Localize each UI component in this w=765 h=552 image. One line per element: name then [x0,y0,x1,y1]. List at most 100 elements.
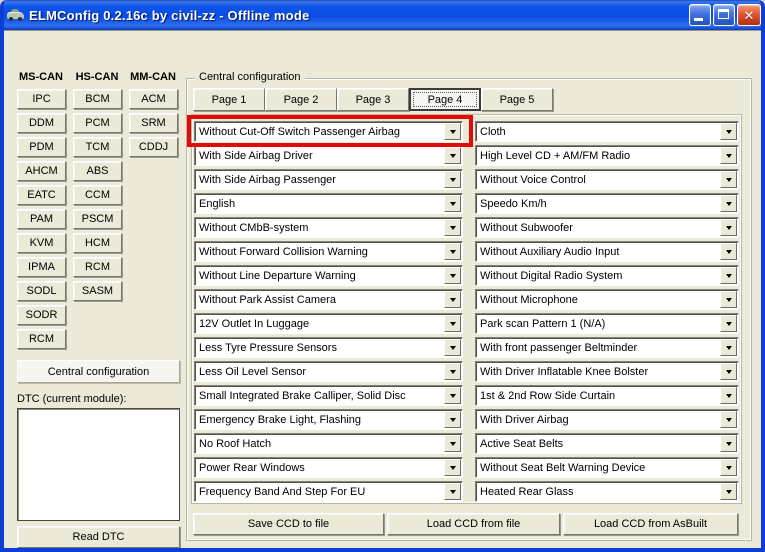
chevron-down-icon[interactable] [720,411,737,428]
module-button-pam[interactable]: PAM [17,209,66,229]
maximize-button[interactable] [713,4,735,26]
chevron-down-icon[interactable] [720,147,737,164]
dropdown-right-2[interactable]: Without Voice Control [475,169,739,190]
module-button-rcm[interactable]: RCM [17,329,66,349]
chevron-down-icon[interactable] [444,315,461,332]
chevron-down-icon[interactable] [720,291,737,308]
chevron-down-icon[interactable] [720,243,737,260]
module-button-cddj[interactable]: CDDJ [129,137,178,157]
dropdown-left-8[interactable]: 12V Outlet In Luggage [194,313,463,334]
chevron-down-icon[interactable] [444,339,461,356]
module-button-rcm[interactable]: RCM [73,257,122,277]
chevron-down-icon[interactable] [720,315,737,332]
module-button-eatc[interactable]: EATC [17,185,66,205]
dropdown-left-10[interactable]: Less Oil Level Sensor [194,361,463,382]
module-button-ipc[interactable]: IPC [17,89,66,109]
chevron-down-icon[interactable] [444,291,461,308]
chevron-down-icon[interactable] [444,267,461,284]
chevron-down-icon[interactable] [444,243,461,260]
chevron-down-icon[interactable] [444,195,461,212]
chevron-down-icon[interactable] [444,219,461,236]
dropdown-left-3[interactable]: English [194,193,463,214]
module-button-sodl[interactable]: SODL [17,281,66,301]
module-button-acm[interactable]: ACM [129,89,178,109]
dropdown-right-14[interactable]: Without Seat Belt Warning Device [475,457,739,478]
titlebar[interactable]: ELMConfig 0.2.16c by civil-zz - Offline … [0,0,765,30]
dropdown-left-11[interactable]: Small Integrated Brake Calliper, Solid D… [194,385,463,406]
dropdown-left-14[interactable]: Power Rear Windows [194,457,463,478]
ccd-button-1[interactable]: Load CCD from file [387,513,560,535]
module-button-tcm[interactable]: TCM [73,137,122,157]
tab-page-4[interactable]: Page 4 [409,88,481,111]
tab-page-1[interactable]: Page 1 [193,88,265,111]
chevron-down-icon[interactable] [720,123,737,140]
tab-page-2[interactable]: Page 2 [265,88,337,111]
dropdown-right-1[interactable]: High Level CD + AM/FM Radio [475,145,739,166]
module-button-pcm[interactable]: PCM [73,113,122,133]
dtc-listbox[interactable] [17,408,180,521]
chevron-down-icon[interactable] [444,411,461,428]
chevron-down-icon[interactable] [720,363,737,380]
dropdown-right-6[interactable]: Without Digital Radio System [475,265,739,286]
chevron-down-icon[interactable] [720,267,737,284]
chevron-down-icon[interactable] [720,387,737,404]
dropdown-right-13[interactable]: Active Seat Belts [475,433,739,454]
chevron-down-icon[interactable] [444,459,461,476]
dropdown-left-4[interactable]: Without CMbB-system [194,217,463,238]
module-button-sasm[interactable]: SASM [73,281,122,301]
chevron-down-icon[interactable] [444,147,461,164]
chevron-down-icon[interactable] [444,387,461,404]
module-button-srm[interactable]: SRM [129,113,178,133]
module-button-abs[interactable]: ABS [73,161,122,181]
dropdown-left-6[interactable]: Without Line Departure Warning [194,265,463,286]
ccd-button-0[interactable]: Save CCD to file [193,513,384,535]
chevron-down-icon[interactable] [720,171,737,188]
read-dtc-button[interactable]: Read DTC [17,526,180,548]
chevron-down-icon[interactable] [444,363,461,380]
minimize-button[interactable] [689,4,711,26]
chevron-down-icon[interactable] [720,435,737,452]
module-button-sodr[interactable]: SODR [17,305,66,325]
chevron-down-icon[interactable] [444,171,461,188]
dropdown-right-15[interactable]: Heated Rear Glass [475,481,739,502]
dropdown-right-9[interactable]: With front passenger Beltminder [475,337,739,358]
module-button-pdm[interactable]: PDM [17,137,66,157]
chevron-down-icon[interactable] [720,219,737,236]
chevron-down-icon[interactable] [720,483,737,500]
dropdown-left-7[interactable]: Without Park Assist Camera [194,289,463,310]
dropdown-left-9[interactable]: Less Tyre Pressure Sensors [194,337,463,358]
chevron-down-icon[interactable] [444,483,461,500]
module-button-ccm[interactable]: CCM [73,185,122,205]
dropdown-right-10[interactable]: With Driver Inflatable Knee Bolster [475,361,739,382]
dropdown-left-13[interactable]: No Roof Hatch [194,433,463,454]
module-button-kvm[interactable]: KVM [17,233,66,253]
dropdown-left-2[interactable]: With Side Airbag Passenger [194,169,463,190]
dropdown-left-15[interactable]: Frequency Band And Step For EU [194,481,463,502]
module-button-ahcm[interactable]: AHCM [17,161,66,181]
chevron-down-icon[interactable] [720,459,737,476]
module-button-pscm[interactable]: PSCM [73,209,122,229]
tab-page-3[interactable]: Page 3 [337,88,409,111]
central-configuration-nav-button[interactable]: Central configuration [17,360,180,383]
module-button-ddm[interactable]: DDM [17,113,66,133]
dropdown-right-3[interactable]: Speedo Km/h [475,193,739,214]
tab-page-5[interactable]: Page 5 [481,88,553,111]
module-button-hcm[interactable]: HCM [73,233,122,253]
dropdown-right-0[interactable]: Cloth [475,121,739,142]
module-button-bcm[interactable]: BCM [73,89,122,109]
dropdown-right-12[interactable]: With Driver Airbag [475,409,739,430]
dropdown-right-5[interactable]: Without Auxiliary Audio Input [475,241,739,262]
chevron-down-icon[interactable] [444,123,461,140]
module-button-ipma[interactable]: IPMA [17,257,66,277]
chevron-down-icon[interactable] [720,339,737,356]
dropdown-right-4[interactable]: Without Subwoofer [475,217,739,238]
dropdown-right-7[interactable]: Without Microphone [475,289,739,310]
chevron-down-icon[interactable] [720,195,737,212]
dropdown-left-0[interactable]: Without Cut-Off Switch Passenger Airbag [194,121,463,142]
dropdown-right-11[interactable]: 1st & 2nd Row Side Curtain [475,385,739,406]
dropdown-left-5[interactable]: Without Forward Collision Warning [194,241,463,262]
ccd-button-2[interactable]: Load CCD from AsBuilt [563,513,738,535]
dropdown-right-8[interactable]: Park scan Pattern 1 (N/A) [475,313,739,334]
dropdown-left-12[interactable]: Emergency Brake Light, Flashing [194,409,463,430]
close-button[interactable]: ✕ [737,4,761,26]
